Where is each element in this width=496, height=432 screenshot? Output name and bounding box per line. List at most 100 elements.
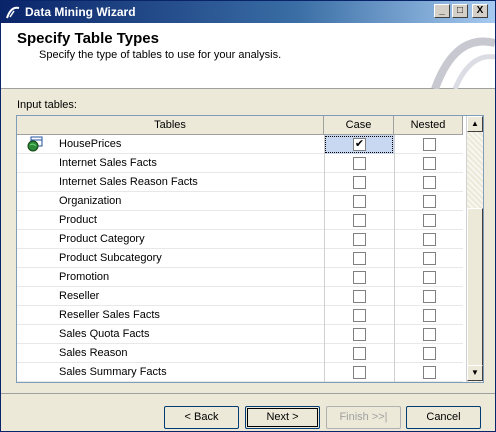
case-cell [324,192,394,211]
table-row[interactable]: Sales Quota Facts [17,325,463,344]
row-indicator [17,268,55,287]
table-name: HousePrices [59,138,122,150]
table-name: Sales Quota Facts [59,328,150,340]
nested-checkbox[interactable] [423,309,436,322]
case-checkbox[interactable]: ✔ [353,138,366,151]
table-name: Organization [59,195,122,207]
nested-checkbox[interactable] [423,157,436,170]
nested-cell [394,211,463,230]
cancel-button[interactable]: Cancel [406,406,481,429]
nested-checkbox[interactable] [423,176,436,189]
table-row[interactable]: Internet Sales Reason Facts [17,173,463,192]
case-checkbox[interactable] [353,195,366,208]
row-indicator [17,306,55,325]
nested-cell [394,344,463,363]
scroll-up-icon[interactable]: ▲ [467,116,483,132]
case-checkbox[interactable] [353,176,366,189]
row-indicator [17,344,55,363]
nested-cell [394,325,463,344]
case-cell [324,230,394,249]
nested-checkbox[interactable] [423,214,436,227]
window-title: Data Mining Wizard [25,5,136,19]
wizard-header: Specify Table Types Specify the type of … [1,23,495,89]
case-checkbox[interactable] [353,271,366,284]
table-name: Sales Reason [59,347,128,359]
case-checkbox[interactable] [353,290,366,303]
table-row[interactable]: Sales Reason [17,344,463,363]
table-name: Product [59,214,97,226]
table-row[interactable]: HousePrices ✔ [17,135,463,154]
case-checkbox[interactable] [353,157,366,170]
case-cell [324,363,394,382]
next-button[interactable]: Next > [245,406,320,429]
column-header-nested[interactable]: Nested [394,116,463,135]
case-cell: ✔ [324,135,394,154]
nested-cell [394,192,463,211]
case-cell [324,211,394,230]
page-subtitle: Specify the type of tables to use for yo… [39,49,282,61]
nested-cell [394,306,463,325]
column-header-tables[interactable]: Tables [17,116,324,135]
close-button[interactable]: X [472,4,488,18]
case-cell [324,344,394,363]
case-checkbox[interactable] [353,309,366,322]
table-row[interactable]: Promotion [17,268,463,287]
nested-cell [394,173,463,192]
table-row[interactable]: Reseller [17,287,463,306]
nested-cell [394,249,463,268]
case-checkbox[interactable] [353,233,366,246]
table-name: Internet Sales Facts [59,157,157,169]
nested-checkbox[interactable] [423,290,436,303]
table-row[interactable]: Reseller Sales Facts [17,306,463,325]
input-tables-label: Input tables: [17,99,77,111]
minimize-button[interactable]: _ [434,4,450,18]
title-bar[interactable]: Data Mining Wizard _ □ X [1,1,495,23]
vertical-scrollbar[interactable]: ▲ ▼ [466,116,483,382]
case-cell [324,154,394,173]
case-checkbox[interactable] [353,214,366,227]
row-indicator [17,325,55,344]
case-cell [324,287,394,306]
nested-cell [394,287,463,306]
table-row[interactable]: Product [17,211,463,230]
row-indicator [17,173,55,192]
maximize-button[interactable]: □ [452,4,468,18]
table-name: Product Subcategory [59,252,162,264]
nested-checkbox[interactable] [423,271,436,284]
nested-cell [394,230,463,249]
row-indicator [17,135,55,154]
nested-checkbox[interactable] [423,328,436,341]
case-cell [324,306,394,325]
table-row[interactable]: Internet Sales Facts [17,154,463,173]
table-globe-icon [27,136,43,152]
row-indicator [17,154,55,173]
table-row[interactable]: Product Category [17,230,463,249]
scrollbar-thumb[interactable] [467,208,483,366]
header-graphic-icon [431,37,495,89]
table-name: Reseller Sales Facts [59,309,160,321]
case-cell [324,249,394,268]
table-row[interactable]: Organization [17,192,463,211]
nested-checkbox[interactable] [423,138,436,151]
row-indicator [17,211,55,230]
scroll-down-icon[interactable]: ▼ [467,365,483,381]
case-checkbox[interactable] [353,347,366,360]
finish-button[interactable]: Finish >>| [326,406,401,429]
nested-checkbox[interactable] [423,233,436,246]
nested-checkbox[interactable] [423,347,436,360]
case-checkbox[interactable] [353,252,366,265]
nested-checkbox[interactable] [423,366,436,379]
nested-cell [394,268,463,287]
case-checkbox[interactable] [353,366,366,379]
nested-checkbox[interactable] [423,252,436,265]
tables-grid[interactable]: Tables Case Nested HousePrices ✔ Internet … [16,115,484,383]
nested-checkbox[interactable] [423,195,436,208]
column-header-case[interactable]: Case [324,116,394,135]
table-row[interactable]: Sales Summary Facts [17,363,463,382]
back-button[interactable]: < Back [164,406,239,429]
table-row[interactable]: Product Subcategory [17,249,463,268]
case-cell [324,173,394,192]
table-name: Reseller [59,290,100,302]
row-indicator [17,192,55,211]
case-checkbox[interactable] [353,328,366,341]
